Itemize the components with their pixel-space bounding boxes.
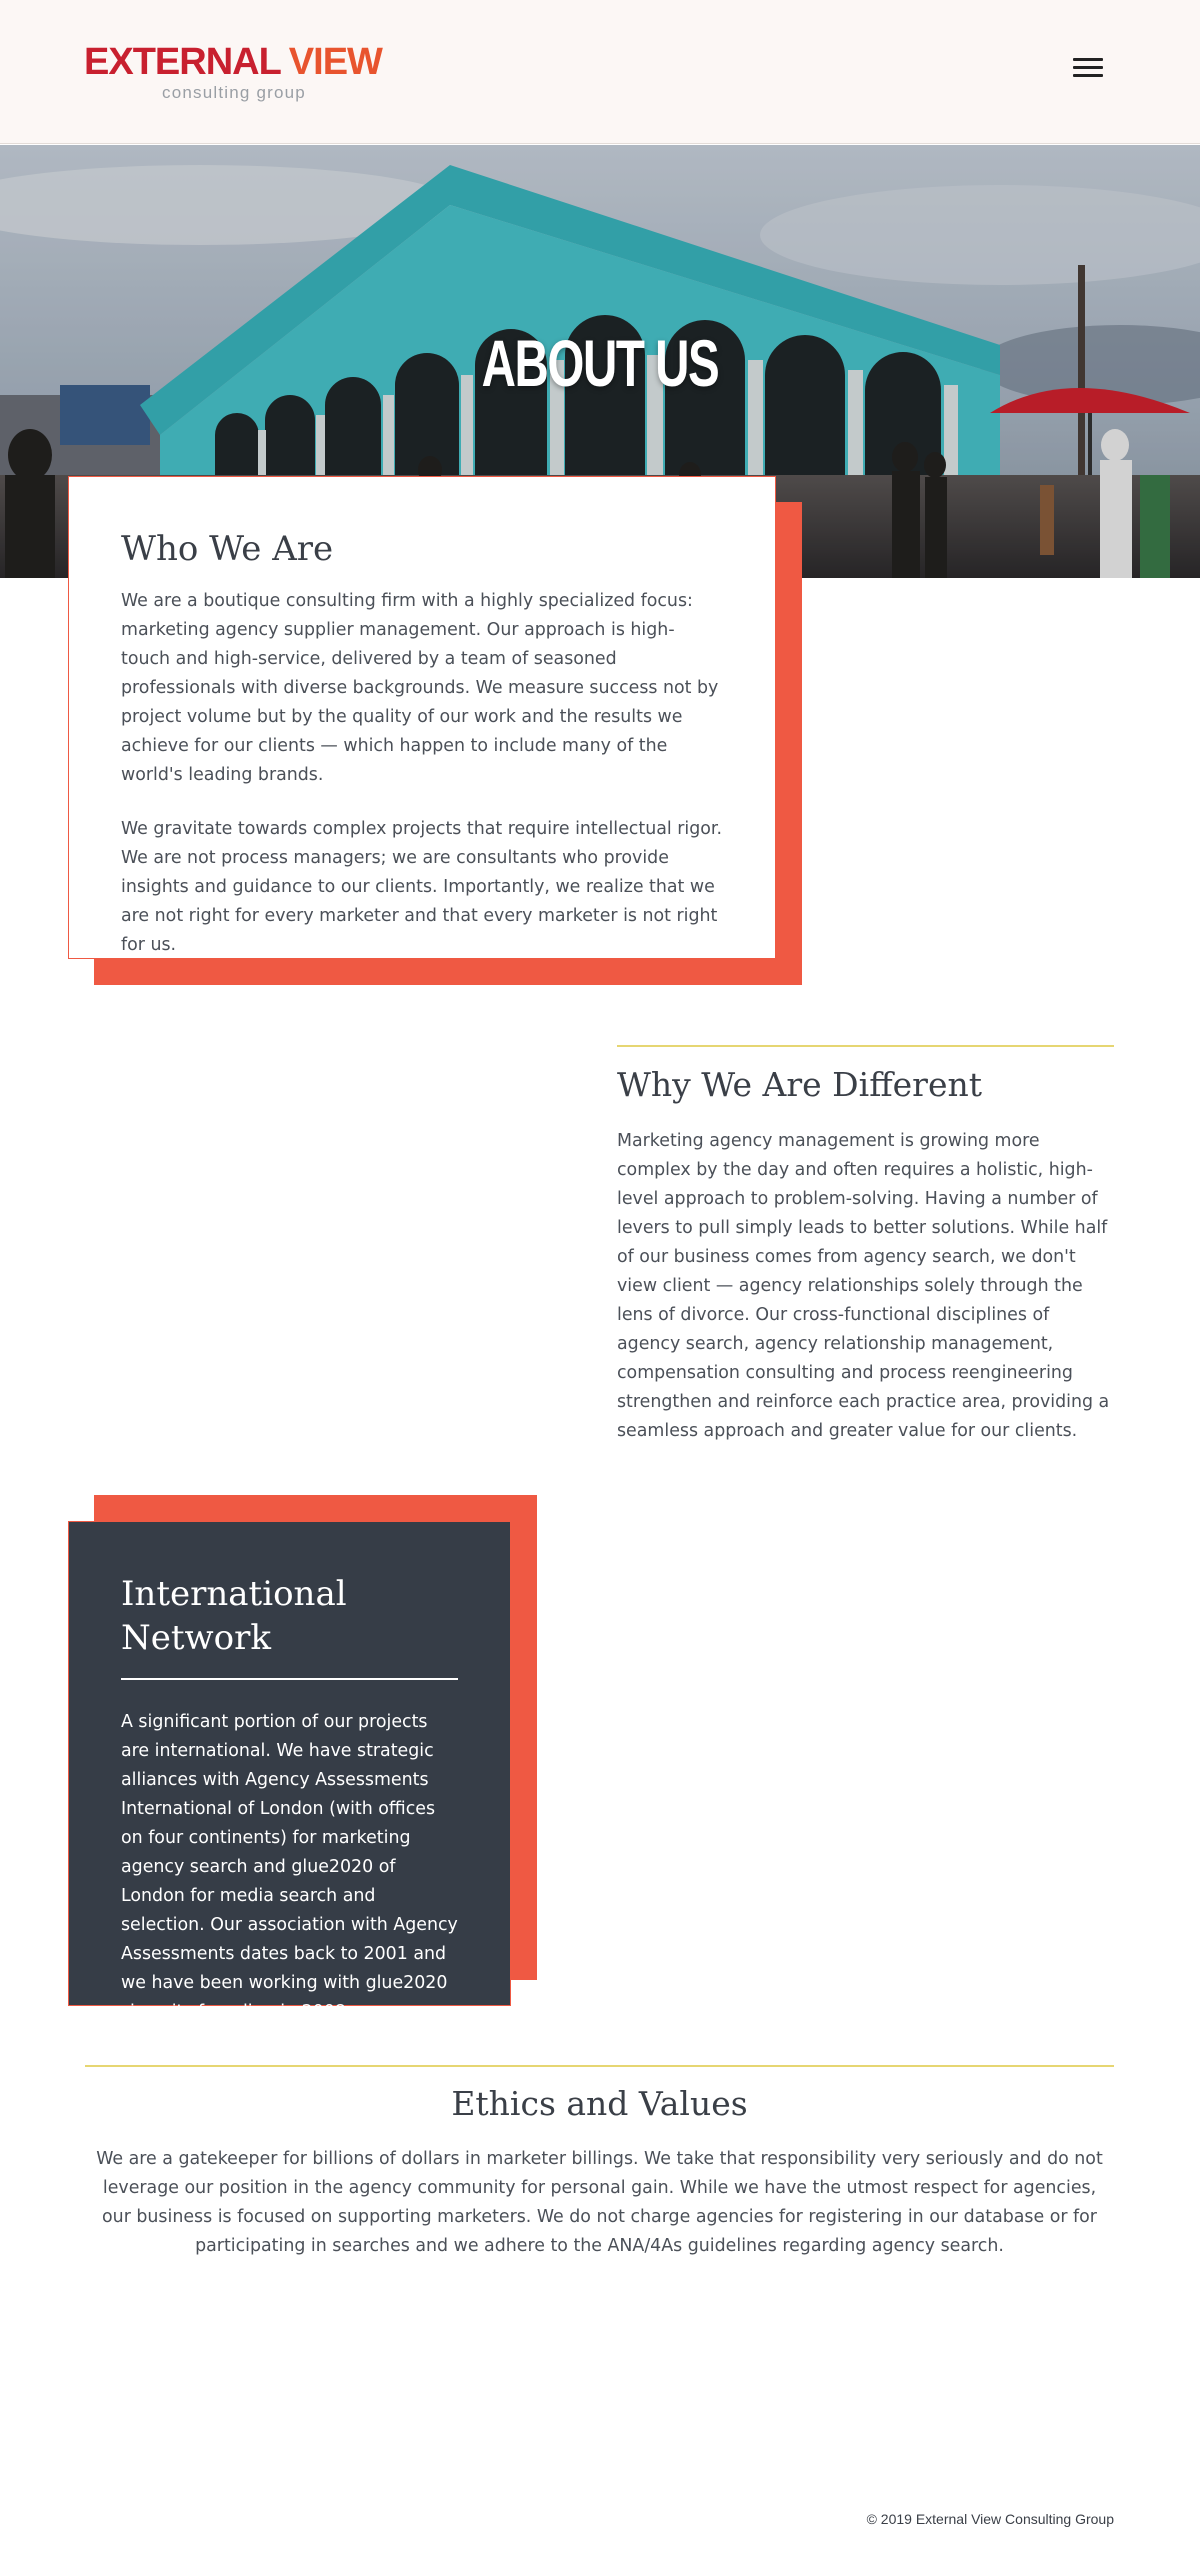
- who-we-are-paragraph-2: We gravitate towards complex projects th…: [121, 819, 722, 955]
- who-we-are-card: Who We Are We are a boutique consulting …: [68, 476, 776, 959]
- why-different-paragraph: Marketing agency management is growing m…: [617, 1131, 1110, 1441]
- logo-wordmark: EXTERNAL VIEW: [84, 40, 383, 84]
- ethics-section: Ethics and Values We are a gatekeeper fo…: [85, 2065, 1114, 2261]
- site-header: EXTERNAL VIEW consulting group: [0, 0, 1200, 144]
- logo-word-view: VIEW: [288, 41, 383, 83]
- logo-word-external: EXTERNAL: [84, 41, 282, 83]
- logo-tagline: consulting group: [162, 83, 306, 102]
- who-we-are-paragraph-1: We are a boutique consulting firm with a…: [121, 591, 719, 785]
- why-different-title: Why We Are Different: [617, 1065, 982, 1104]
- ethics-title: Ethics and Values: [451, 2084, 748, 2123]
- logo[interactable]: EXTERNAL VIEW consulting group: [84, 40, 383, 110]
- hamburger-menu-icon[interactable]: [1070, 52, 1106, 82]
- page-title: ABOUT US: [481, 326, 720, 400]
- international-network-card: International Network A significant port…: [68, 1521, 511, 2022]
- ethics-paragraph: We are a gatekeeper for billions of doll…: [96, 2149, 1103, 2256]
- why-different-section: Why We Are Different Marketing agency ma…: [617, 1045, 1114, 1446]
- international-network-paragraph: A significant portion of our projects ar…: [121, 1712, 458, 2022]
- footer-copyright: © 2019 External View Consulting Group: [866, 2511, 1114, 2527]
- international-network-title: International Network: [121, 1572, 458, 1680]
- who-we-are-title: Who We Are: [121, 529, 334, 569]
